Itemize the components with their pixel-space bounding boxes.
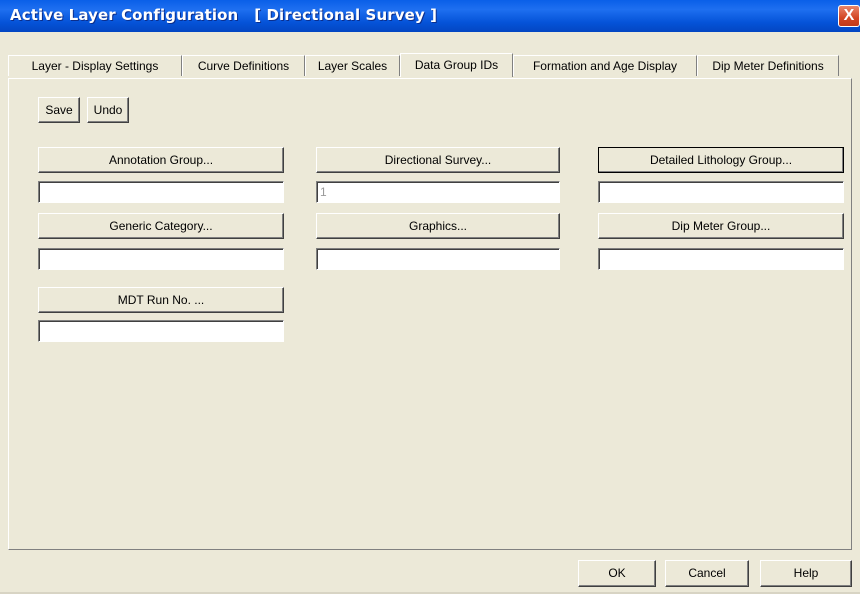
detailed-lithology-group-field[interactable] bbox=[598, 181, 844, 203]
tab-data-group-ids[interactable]: Data Group IDs bbox=[400, 53, 513, 77]
dialog-window: Active Layer Configuration [ Directional… bbox=[0, 0, 860, 594]
mdt-run-no-button[interactable]: MDT Run No. ... bbox=[38, 287, 284, 313]
dip-meter-group-button[interactable]: Dip Meter Group... bbox=[598, 213, 844, 239]
generic-category-field[interactable] bbox=[38, 248, 284, 270]
annotation-group-button[interactable]: Annotation Group... bbox=[38, 147, 284, 173]
dip-meter-group-field[interactable] bbox=[598, 248, 844, 270]
help-button[interactable]: Help bbox=[760, 560, 852, 587]
mdt-run-no-field[interactable] bbox=[38, 320, 284, 342]
close-icon: X bbox=[843, 7, 855, 24]
directional-survey-button[interactable]: Directional Survey... bbox=[316, 147, 560, 173]
title-bar[interactable]: Active Layer Configuration [ Directional… bbox=[0, 0, 860, 32]
cancel-button[interactable]: Cancel bbox=[665, 560, 749, 587]
save-button[interactable]: Save bbox=[38, 97, 80, 123]
detailed-lithology-group-button[interactable]: Detailed Lithology Group... bbox=[598, 147, 844, 173]
close-button[interactable]: X bbox=[838, 5, 860, 27]
annotation-group-field[interactable] bbox=[38, 181, 284, 203]
graphics-field[interactable] bbox=[316, 248, 560, 270]
tab-formation-and-age-display[interactable]: Formation and Age Display bbox=[513, 55, 697, 76]
tab-strip: Layer - Display Settings Curve Definitio… bbox=[0, 53, 860, 79]
graphics-button[interactable]: Graphics... bbox=[316, 213, 560, 239]
undo-button[interactable]: Undo bbox=[87, 97, 129, 123]
tab-curve-definitions[interactable]: Curve Definitions bbox=[182, 55, 305, 76]
tab-layer-scales[interactable]: Layer Scales bbox=[305, 55, 400, 76]
directional-survey-field: 1 bbox=[316, 181, 560, 203]
tab-layer-display-settings[interactable]: Layer - Display Settings bbox=[8, 55, 182, 76]
window-title: Active Layer Configuration [ Directional… bbox=[10, 6, 438, 24]
tab-dip-meter-definitions[interactable]: Dip Meter Definitions bbox=[697, 55, 839, 76]
generic-category-button[interactable]: Generic Category... bbox=[38, 213, 284, 239]
ok-button[interactable]: OK bbox=[578, 560, 656, 587]
